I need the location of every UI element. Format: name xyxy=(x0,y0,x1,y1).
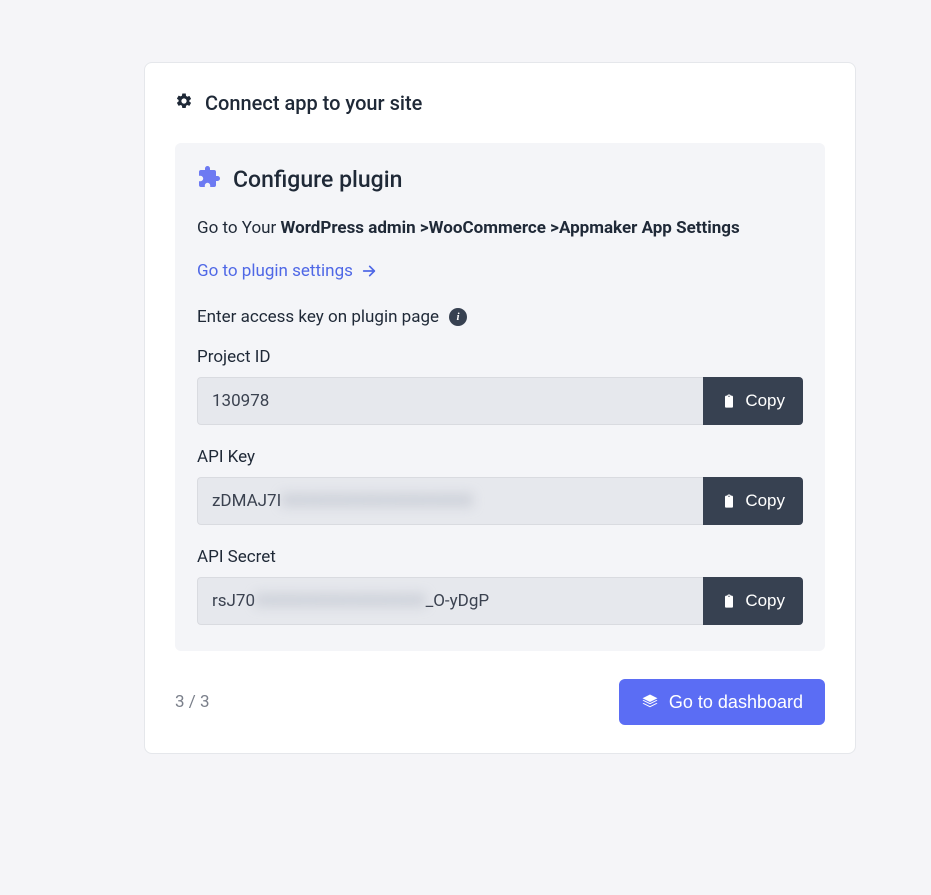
api-key-group: API Key zDMAJ7IXXXXXXXXXXXXXXXXXX Copy xyxy=(197,447,803,525)
copy-project-id-button[interactable]: Copy xyxy=(703,377,803,425)
access-key-label: Enter access key on plugin page xyxy=(197,307,439,327)
panel-header: Configure plugin xyxy=(197,165,803,193)
configure-plugin-panel: Configure plugin Go to Your WordPress ad… xyxy=(175,143,825,651)
project-id-input[interactable]: 130978 xyxy=(197,377,703,425)
copy-label: Copy xyxy=(745,591,785,611)
card-footer: 3 / 3 Go to dashboard xyxy=(145,651,855,725)
puzzle-icon xyxy=(197,165,221,193)
project-id-group: Project ID 130978 Copy xyxy=(197,347,803,425)
api-key-blur: XXXXXXXXXXXXXXXXXX xyxy=(281,491,473,511)
api-secret-label: API Secret xyxy=(197,547,803,567)
clipboard-icon xyxy=(721,592,737,610)
dashboard-label: Go to dashboard xyxy=(669,692,803,713)
project-id-label: Project ID xyxy=(197,347,803,367)
gear-icon xyxy=(175,92,193,114)
clipboard-icon xyxy=(721,392,737,410)
copy-label: Copy xyxy=(745,391,785,411)
plugin-settings-link[interactable]: Go to plugin settings xyxy=(197,261,377,281)
step-indicator: 3 / 3 xyxy=(175,692,210,712)
copy-label: Copy xyxy=(745,491,785,511)
api-secret-row: rsJ70XXXXXXXXXXXXXXXX_O-yDgP Copy xyxy=(197,577,803,625)
api-key-prefix: zDMAJ7I xyxy=(212,491,281,511)
api-key-label: API Key xyxy=(197,447,803,467)
layers-icon xyxy=(641,693,659,711)
instruction-text: Go to Your WordPress admin >WooCommerce … xyxy=(197,215,803,241)
instruction-prefix: Go to Your xyxy=(197,218,281,238)
panel-title: Configure plugin xyxy=(233,166,402,193)
api-secret-group: API Secret rsJ70XXXXXXXXXXXXXXXX_O-yDgP … xyxy=(197,547,803,625)
info-icon[interactable]: i xyxy=(449,308,467,326)
copy-api-key-button[interactable]: Copy xyxy=(703,477,803,525)
access-key-label-row: Enter access key on plugin page i xyxy=(197,307,803,327)
plugin-link-label: Go to plugin settings xyxy=(197,261,353,281)
api-secret-suffix: _O-yDgP xyxy=(426,591,490,611)
go-to-dashboard-button[interactable]: Go to dashboard xyxy=(619,679,825,725)
api-secret-prefix: rsJ70 xyxy=(212,591,255,611)
instruction-bold: WordPress admin >WooCommerce >Appmaker A… xyxy=(281,218,740,238)
card-header: Connect app to your site xyxy=(145,91,855,143)
connect-app-card: Connect app to your site Configure plugi… xyxy=(144,62,856,754)
api-key-input[interactable]: zDMAJ7IXXXXXXXXXXXXXXXXXX xyxy=(197,477,703,525)
arrow-right-icon xyxy=(361,263,377,279)
api-secret-input[interactable]: rsJ70XXXXXXXXXXXXXXXX_O-yDgP xyxy=(197,577,703,625)
clipboard-icon xyxy=(721,492,737,510)
api-key-row: zDMAJ7IXXXXXXXXXXXXXXXXXX Copy xyxy=(197,477,803,525)
api-secret-blur: XXXXXXXXXXXXXXXX xyxy=(255,591,426,611)
card-title: Connect app to your site xyxy=(205,91,422,115)
project-id-value: 130978 xyxy=(212,391,269,411)
copy-api-secret-button[interactable]: Copy xyxy=(703,577,803,625)
project-id-row: 130978 Copy xyxy=(197,377,803,425)
